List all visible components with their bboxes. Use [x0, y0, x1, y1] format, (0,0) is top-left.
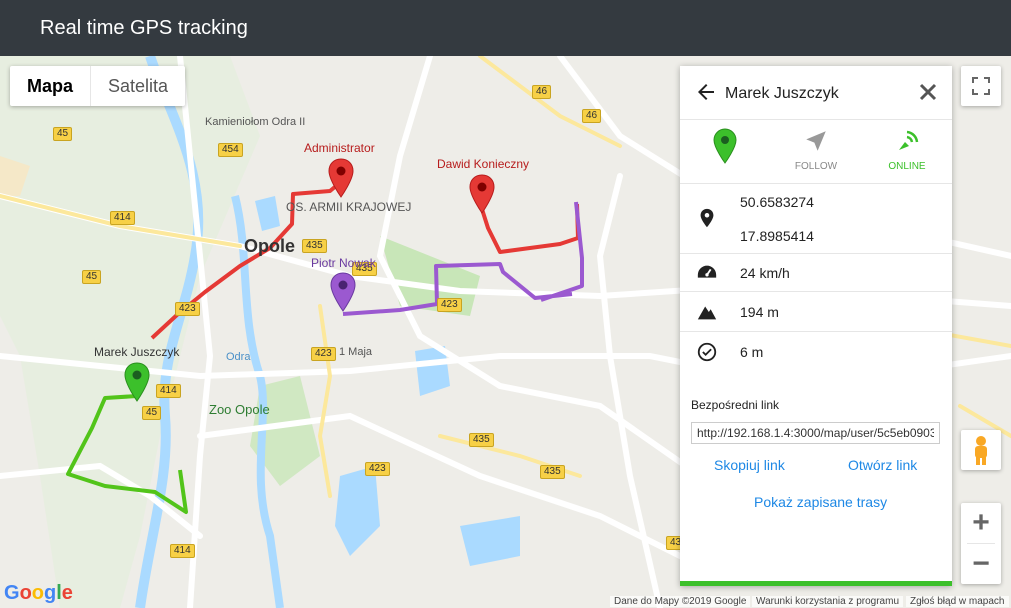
map-pin-icon — [713, 128, 737, 164]
road-shield: 45 — [142, 406, 162, 420]
road-shield: 435 — [540, 465, 565, 479]
altitude-value: 194 m — [740, 304, 779, 320]
map-label-street: 1 Maja — [339, 346, 373, 358]
street-view-button[interactable] — [961, 430, 1001, 470]
marker-label: Dawid Konieczny — [437, 157, 530, 171]
app-title: Real time GPS tracking — [40, 17, 248, 39]
map-pin-icon — [124, 362, 150, 402]
map-type-control: Mapa Satelita — [10, 66, 186, 106]
terms-link[interactable]: Warunki korzystania z programu — [752, 596, 904, 607]
fullscreen-icon — [972, 77, 990, 95]
zoom-control: + − — [961, 503, 1001, 584]
copy-link-button[interactable]: Skopiuj link — [714, 457, 785, 473]
panel-action-row: FOLLOW ONLINE — [680, 120, 952, 184]
map-label-city: Opole — [244, 236, 296, 256]
follow-label: FOLLOW — [794, 161, 838, 172]
open-link-button[interactable]: Otwórz link — [848, 457, 917, 473]
accuracy-value: 6 m — [740, 344, 764, 360]
marker-piotr-nowak[interactable] — [330, 272, 356, 317]
fullscreen-button[interactable] — [961, 66, 1001, 106]
longitude-value: 17.8985414 — [740, 228, 814, 244]
zoom-in-button[interactable]: + — [961, 503, 1001, 543]
direct-link-field[interactable] — [691, 422, 940, 444]
check-circle-icon — [697, 342, 717, 362]
location-pin-icon — [700, 208, 714, 228]
map-label-river: Odra — [226, 351, 251, 363]
speed-row: 24 km/h — [680, 254, 952, 292]
location-row: 50.6583274 17.8985414 — [680, 184, 952, 254]
marker-dawid-konieczny[interactable] — [469, 174, 495, 219]
map-pin-icon — [328, 158, 354, 198]
map-canvas[interactable]: Kamieniołom Odra II OS. ARMII KRAJOWEJ O… — [0, 56, 1011, 608]
online-label: ONLINE — [888, 161, 926, 172]
altitude-row: 194 m — [680, 292, 952, 332]
road-shield: 414 — [170, 544, 195, 558]
marker-administrator[interactable] — [328, 158, 354, 203]
online-status: ONLINE — [862, 128, 952, 172]
road-shield: 454 — [218, 143, 243, 157]
marker-color-cell — [680, 128, 770, 167]
app-bar: Real time GPS tracking — [0, 0, 1011, 56]
show-saved-routes-button[interactable]: Pokaż zapisane trasy — [754, 494, 887, 510]
map-pin-icon — [330, 272, 356, 312]
road-shield: 423 — [175, 302, 200, 316]
close-icon[interactable] — [918, 82, 938, 102]
map-data-attribution: Dane do Mapy ©2019 Google — [610, 596, 751, 607]
speedometer-icon — [697, 265, 717, 278]
road-shield: 435 — [302, 239, 327, 253]
signal-broadcast-icon — [899, 130, 919, 150]
report-error-link[interactable]: Zgłoś błąd w mapach — [906, 596, 1009, 607]
map-label-quarry: Kamieniołom Odra II — [205, 116, 306, 128]
map-pin-icon — [469, 174, 495, 214]
road-shield: 46 — [532, 85, 552, 99]
map-type-button-satellite[interactable]: Satelita — [91, 66, 185, 106]
pegman-icon — [975, 436, 987, 465]
follow-button[interactable]: FOLLOW — [771, 128, 861, 172]
road-shield: 414 — [110, 211, 135, 225]
user-detail-panel: Marek Juszczyk FOLLOW ONLINE 50.6583274 … — [680, 66, 952, 586]
marker-label: Administrator — [304, 141, 375, 155]
progress-fill — [680, 581, 952, 586]
road-shield: 45 — [53, 127, 73, 141]
marker-label: Piotr Nowak — [311, 256, 376, 270]
map-label-zoo: Zoo Opole — [209, 402, 270, 417]
panel-header: Marek Juszczyk — [680, 66, 952, 120]
road-shield: 423 — [437, 298, 462, 312]
marker-marek-juszczyk[interactable] — [124, 362, 150, 407]
panel-user-name: Marek Juszczyk — [725, 85, 839, 102]
road-shield: 46 — [582, 109, 602, 123]
direct-link-title: Bezpośredni link — [691, 398, 780, 412]
back-arrow-icon[interactable] — [694, 80, 718, 104]
road-shield: 423 — [365, 462, 390, 476]
road-shield: 435 — [469, 433, 494, 447]
mountain-icon — [697, 306, 717, 320]
accuracy-row: 6 m — [680, 332, 952, 372]
road-shield: 45 — [82, 270, 102, 284]
road-shield: 423 — [311, 347, 336, 361]
update-progress-bar — [680, 581, 952, 586]
navigation-arrow-icon — [806, 131, 826, 151]
map-type-button-map[interactable]: Mapa — [10, 66, 92, 106]
road-shield: 414 — [156, 384, 181, 398]
speed-value: 24 km/h — [740, 265, 790, 281]
zoom-out-button[interactable]: − — [961, 544, 1001, 584]
latitude-value: 50.6583274 — [740, 194, 814, 210]
google-logo[interactable]: Google — [4, 582, 73, 605]
marker-label: Marek Juszczyk — [94, 345, 180, 359]
